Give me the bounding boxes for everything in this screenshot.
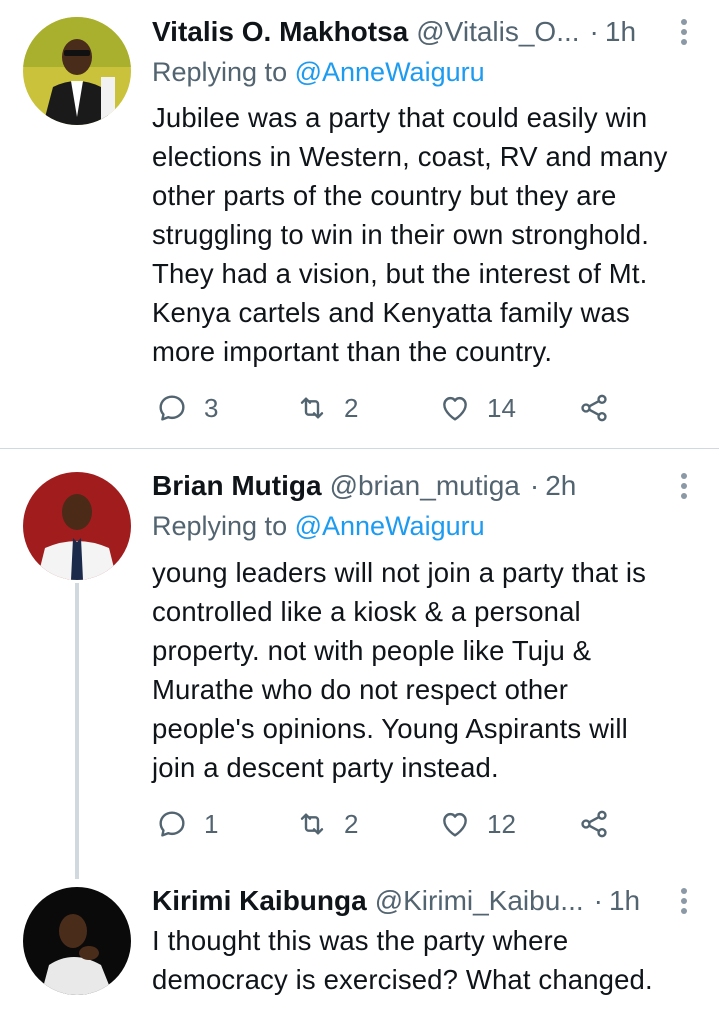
more-options-icon[interactable] — [669, 15, 699, 49]
tweet-text: I thought this was the party where democ… — [152, 925, 653, 995]
heart-icon — [443, 812, 467, 837]
share-icon — [581, 810, 607, 838]
avatar-image — [23, 887, 131, 995]
tweet-header: Brian Mutiga @brian_mutiga · 2h — [152, 467, 699, 505]
like-button[interactable]: 12 — [439, 804, 516, 844]
tweet-vitalis[interactable]: Vitalis O. Makhotsa @Vitalis_O... · 1h R… — [0, 0, 719, 448]
retweet-icon — [300, 397, 324, 419]
author-handle[interactable]: @Vitalis_O... — [416, 16, 579, 48]
retweet-button[interactable]: 2 — [296, 388, 358, 428]
reply-button[interactable]: 3 — [156, 388, 218, 428]
tweet-header: Kirimi Kaibunga @Kirimi_Kaibu... · 1h — [152, 882, 699, 920]
action-bar: 1 2 12 — [156, 804, 656, 844]
separator-dot: · — [589, 16, 599, 47]
reply-count: 3 — [204, 392, 219, 423]
share-icon — [581, 394, 607, 422]
avatar[interactable] — [23, 17, 131, 125]
avatar-image — [23, 17, 131, 125]
timestamp[interactable]: 1h — [605, 16, 636, 48]
author-handle[interactable]: @Kirimi_Kaibu... — [375, 885, 584, 917]
like-count: 14 — [487, 392, 516, 423]
separator-dot: · — [593, 885, 603, 916]
reply-icon — [159, 395, 185, 421]
replying-to-prefix: Replying to — [152, 57, 288, 87]
tweet-header: Vitalis O. Makhotsa @Vitalis_O... · 1h — [152, 13, 699, 51]
retweet-count: 2 — [344, 808, 359, 839]
like-button[interactable]: 14 — [439, 388, 516, 428]
author-name[interactable]: Brian Mutiga — [152, 470, 322, 502]
avatar-image — [23, 472, 131, 580]
reply-button[interactable]: 1 — [156, 804, 218, 844]
tweet-text: Jubilee was a party that could easily wi… — [152, 102, 668, 367]
more-options-icon[interactable] — [669, 884, 699, 918]
action-bar: 3 2 14 — [156, 388, 656, 428]
replying-to: Replying to @AnneWaiguru — [152, 53, 485, 91]
author-handle[interactable]: @brian_mutiga — [330, 470, 520, 502]
avatar[interactable] — [23, 472, 131, 580]
timestamp[interactable]: 2h — [545, 470, 576, 502]
retweet-button[interactable]: 2 — [296, 804, 358, 844]
avatar[interactable] — [23, 887, 131, 995]
mention-link[interactable]: @AnneWaiguru — [295, 511, 485, 541]
retweet-count: 2 — [344, 392, 359, 423]
replying-to: Replying to @AnneWaiguru — [152, 507, 485, 545]
author-name[interactable]: Vitalis O. Makhotsa — [152, 16, 408, 48]
timestamp[interactable]: 1h — [609, 885, 640, 917]
tweet-text: young leaders will not join a party that… — [152, 557, 647, 783]
like-count: 12 — [487, 808, 516, 839]
thread-connector-line — [75, 583, 79, 879]
tweet-kirimi[interactable]: Kirimi Kaibunga @Kirimi_Kaibu... · 1h I … — [0, 870, 719, 1012]
mention-link[interactable]: @AnneWaiguru — [295, 57, 485, 87]
author-name[interactable]: Kirimi Kaibunga — [152, 885, 367, 917]
share-button[interactable] — [578, 388, 626, 428]
replying-to-prefix: Replying to — [152, 511, 288, 541]
share-button[interactable] — [578, 804, 626, 844]
retweet-icon — [300, 813, 324, 835]
reply-count: 1 — [204, 808, 219, 839]
more-options-icon[interactable] — [669, 469, 699, 503]
separator-dot: · — [529, 470, 540, 501]
heart-icon — [443, 396, 467, 421]
reply-icon — [159, 811, 185, 837]
tweet-brian[interactable]: Brian Mutiga @brian_mutiga · 2h Replying… — [0, 449, 719, 869]
